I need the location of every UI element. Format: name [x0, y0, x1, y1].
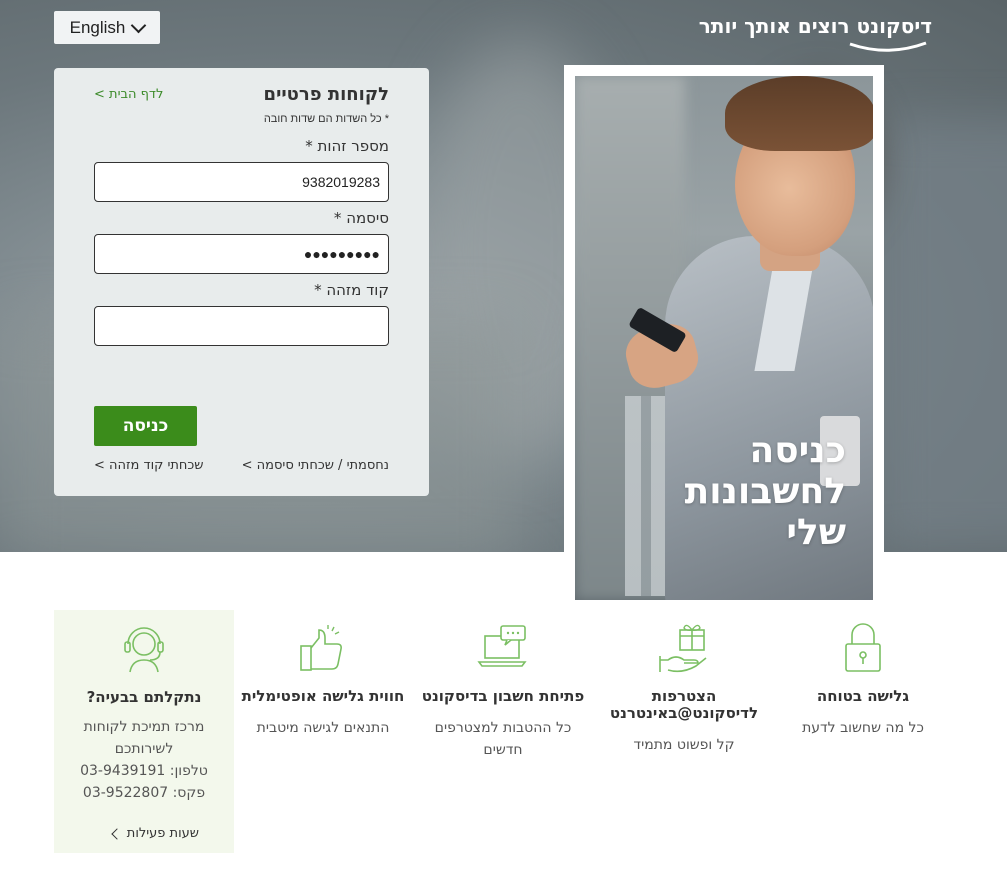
feature-title: פתיחת חשבון בדיסקונט — [421, 687, 585, 705]
code-label: קוד מזהה * — [314, 281, 389, 299]
login-title: לקוחות פרטיים — [263, 84, 389, 105]
laptop-chat-icon — [477, 625, 527, 667]
gift-hand-icon — [659, 624, 707, 673]
hero-caption-line1: כניסה — [749, 430, 846, 471]
password-field[interactable] — [94, 234, 389, 274]
hero-caption: כניסה לחשבונות שלי — [600, 430, 846, 553]
feature-title: חווית גלישה אופטימלית — [241, 687, 405, 705]
chevron-down-icon — [131, 17, 147, 33]
feature-desc: התנאים לגישה מיטבית — [256, 720, 390, 736]
home-link[interactable]: לדף הבית > — [94, 87, 163, 102]
support-line1: מרכז תמיכת לקוחות — [83, 719, 205, 735]
id-label: מספר זהות * — [305, 137, 389, 155]
feature-desc: כל ההטבות למצטרפים חדשים — [434, 720, 572, 758]
login-button[interactable]: כניסה — [94, 406, 197, 446]
opening-hours-link[interactable]: שעות פעילות — [111, 826, 199, 841]
language-label: English — [69, 17, 126, 37]
hero-caption-line3: שלי — [786, 512, 846, 553]
feature-desc: קל ופשוט מתמיד — [633, 737, 735, 753]
support-phone[interactable]: טלפון: 03-9439191 — [54, 760, 234, 782]
logo-text: דיסקונט רוצים אותך יותר — [698, 14, 932, 38]
password-label: סיסמה * — [333, 209, 389, 227]
support-fax: פקס: 03-9522807 — [82, 785, 206, 801]
feature-optimal-browsing[interactable]: חווית גלישה אופטימלית התנאים לגישה מיטבי… — [233, 610, 413, 739]
discount-logo[interactable]: דיסקונט רוצים אותך יותר — [699, 14, 932, 54]
feature-open-account[interactable]: פתיחת חשבון בדיסקונט כל ההטבות למצטרפים … — [413, 610, 593, 761]
headset-agent-icon — [124, 627, 164, 673]
id-code-field[interactable] — [94, 306, 389, 346]
support-box: נתקלתם בבעיה? מרכז תמיכת לקוחות לשירותכם… — [54, 610, 234, 853]
help-links: נחסמתי / שכחתי סיסמה > שכחתי קוד מזהה > — [94, 458, 389, 473]
feature-title: גלישה בטוחה — [816, 687, 910, 705]
thumbs-up-icon — [300, 625, 342, 671]
support-title: נתקלתם בבעיה? — [86, 688, 202, 706]
opening-hours-label: שעות פעילות — [126, 826, 199, 841]
support-line2: לשירותכם — [114, 741, 174, 757]
forgot-password-link[interactable]: נחסמתי / שכחתי סיסמה > — [242, 458, 389, 473]
forgot-code-link[interactable]: שכחתי קוד מזהה > — [94, 458, 204, 473]
feature-join-online[interactable]: הצטרפות לדיסקונט@באינטרנט קל ופשוט מתמיד — [594, 610, 774, 756]
hero-caption-line2: לחשבונות — [684, 471, 846, 512]
chevron-left-icon — [111, 827, 123, 840]
lock-icon — [845, 623, 881, 672]
required-note: * כל השדות הם שדות חובה — [263, 113, 389, 125]
feature-title: הצטרפות לדיסקונט@באינטרנט — [609, 687, 759, 722]
feature-desc: כל מה שחשוב לדעת — [802, 720, 924, 736]
login-panel: לקוחות פרטיים לדף הבית > * כל השדות הם ש… — [54, 68, 429, 496]
language-selector[interactable]: English — [54, 11, 160, 44]
id-number-field[interactable] — [94, 162, 389, 202]
feature-safe-browsing[interactable]: גלישה בטוחה כל מה שחשוב לדעת — [773, 610, 953, 739]
logo-swoosh-icon — [849, 41, 927, 52]
